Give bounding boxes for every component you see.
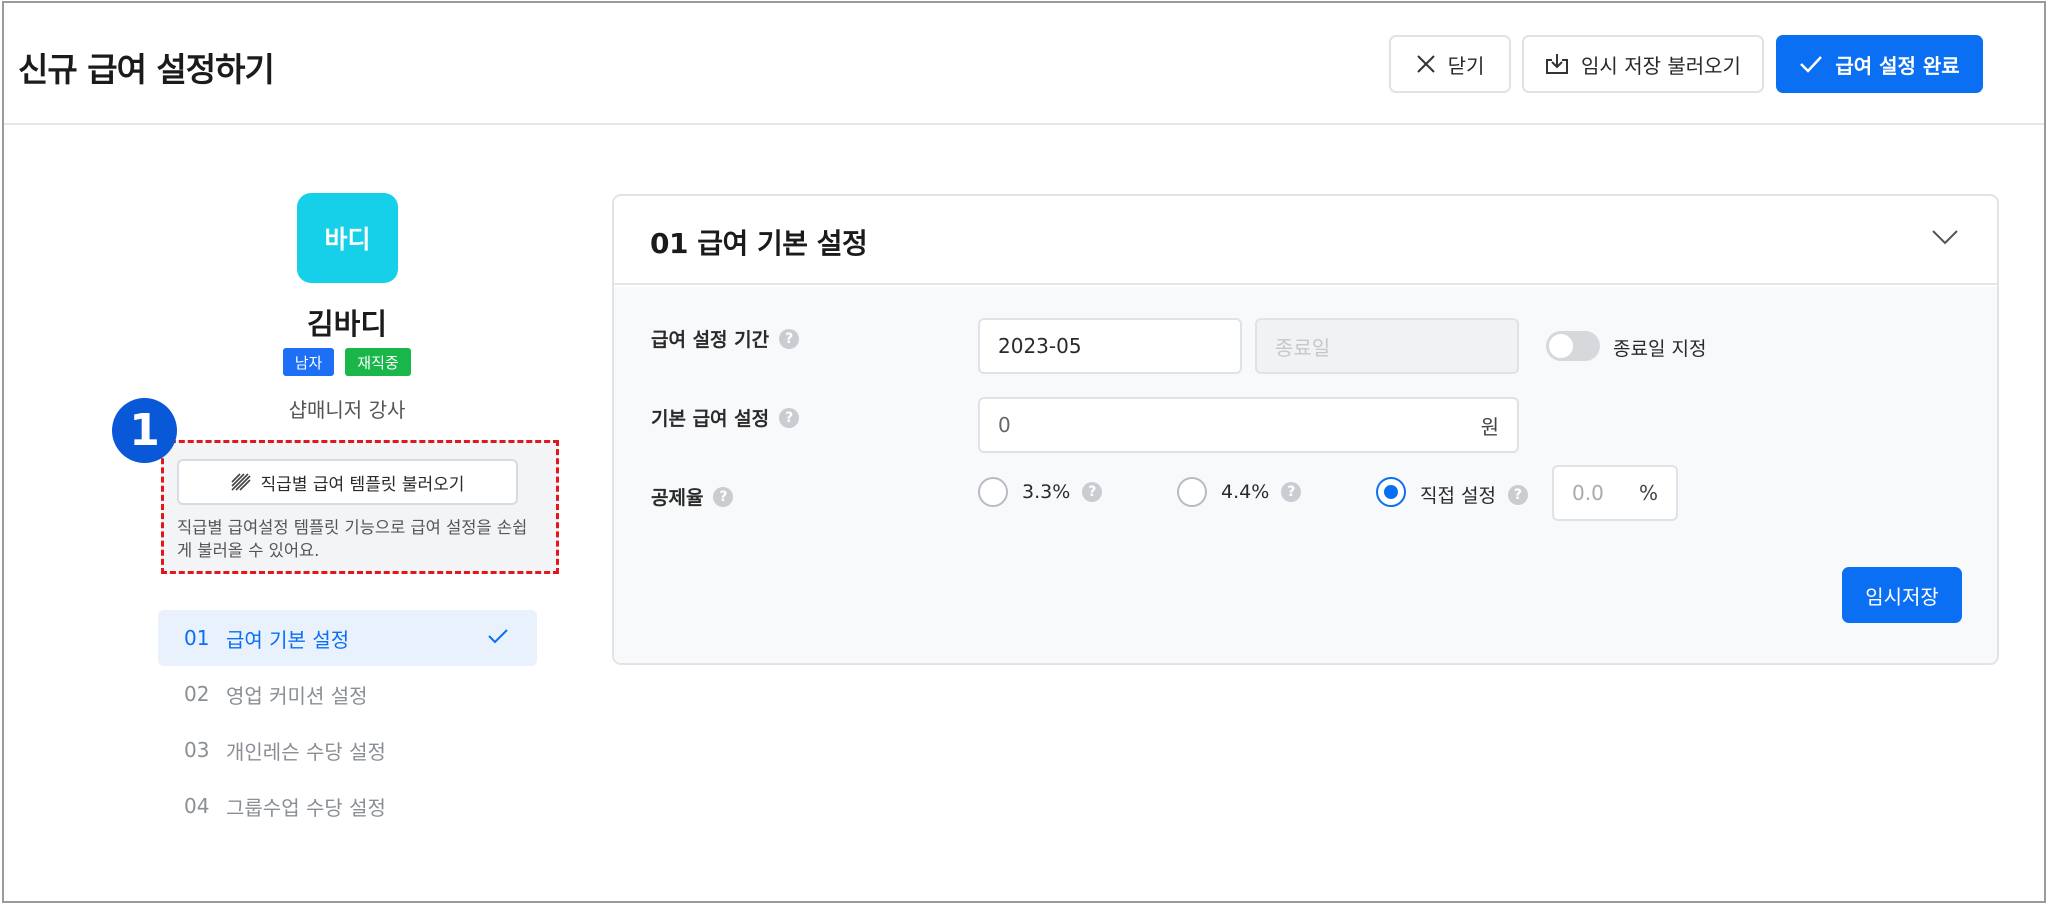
deduction-option-label: 3.3% xyxy=(1022,481,1071,503)
deduction-option-label: 직접 설정 xyxy=(1420,485,1496,507)
load-template-label: 직급별 급여 템플릿 불러오기 xyxy=(260,474,465,495)
load-template-button[interactable]: 직급별 급여 템플릿 불러오기 xyxy=(177,459,518,505)
complete-button[interactable]: 급여 설정 완료 xyxy=(1776,35,1983,93)
deduction-radio-4-4[interactable] xyxy=(1177,477,1207,507)
help-icon[interactable]: ? xyxy=(1082,482,1103,502)
page-title: 신규 급여 설정하기 xyxy=(18,50,275,89)
status-badge: 재직중 xyxy=(345,348,411,376)
panel-header: 01 급여 기본 설정 xyxy=(614,196,1997,285)
app-window: 신규 급여 설정하기 닫기 임시 저장 불러오기 급여 설정 완료 바디 김바디… xyxy=(2,1,2046,903)
period-label: 급여 설정 기간 xyxy=(651,329,770,351)
employee-role: 샵매니저 강사 xyxy=(288,398,406,422)
base-pay-input[interactable]: 0 원 xyxy=(978,397,1519,453)
step-label: 개인레슨 수당 설정 xyxy=(226,739,386,764)
load-draft-button[interactable]: 임시 저장 불러오기 xyxy=(1522,35,1764,93)
base-pay-label: 기본 급여 설정 xyxy=(651,408,770,430)
step-group-class[interactable]: 04 그룹수업 수당 설정 xyxy=(158,778,537,834)
end-date-toggle-label: 종료일 지정 xyxy=(1613,338,1707,360)
panel-title: 01 급여 기본 설정 xyxy=(650,227,868,260)
step-number: 02 xyxy=(184,682,210,706)
callout-number-badge: 1 xyxy=(112,398,177,463)
avatar: 바디 xyxy=(297,193,398,283)
step-number: 01 xyxy=(184,626,210,650)
deduction-option-custom: 직접 설정 ? xyxy=(1420,481,1528,508)
check-icon xyxy=(1800,56,1823,73)
help-icon[interactable]: ? xyxy=(713,486,734,507)
help-icon[interactable]: ? xyxy=(1507,484,1528,505)
base-pay-value: 0 xyxy=(998,413,1011,437)
chevron-down-icon[interactable] xyxy=(1931,228,1959,246)
start-date-field[interactable]: 2023-05 xyxy=(978,318,1242,374)
custom-rate-input[interactable]: 0.0 % xyxy=(1552,465,1678,521)
complete-button-label: 급여 설정 완료 xyxy=(1835,53,1960,78)
deduction-option-label: 4.4% xyxy=(1221,481,1270,503)
deduction-option-4-4: 4.4% ? xyxy=(1221,481,1302,503)
deduction-label-row: 공제율 ? xyxy=(651,483,734,510)
step-number: 04 xyxy=(184,794,210,818)
template-description: 직급별 급여설정 템플릿 기능으로 급여 설정을 손쉽게 불러올 수 있어요. xyxy=(177,518,528,560)
page-header: 신규 급여 설정하기 닫기 임시 저장 불러오기 급여 설정 완료 xyxy=(4,3,2044,125)
step-label: 영업 커미션 설정 xyxy=(226,683,368,708)
close-icon xyxy=(1416,55,1435,73)
deduction-label: 공제율 xyxy=(651,487,704,509)
download-icon xyxy=(1546,54,1569,74)
help-icon[interactable]: ? xyxy=(779,407,800,428)
end-date-toggle[interactable] xyxy=(1546,331,1600,361)
close-button[interactable]: 닫기 xyxy=(1389,35,1511,93)
basic-settings-panel: 01 급여 기본 설정 급여 설정 기간 ? 2023-05 종료일 종료일 지… xyxy=(612,194,1999,665)
end-date-field[interactable]: 종료일 xyxy=(1255,318,1519,374)
temp-save-button[interactable]: 임시저장 xyxy=(1842,567,1962,623)
employee-name: 김바디 xyxy=(306,307,388,341)
custom-rate-unit: % xyxy=(1638,481,1658,505)
hatch-icon xyxy=(230,473,251,491)
deduction-radio-custom[interactable] xyxy=(1376,477,1406,507)
step-label: 그룹수업 수당 설정 xyxy=(226,795,386,820)
step-basic-settings[interactable]: 01 급여 기본 설정 xyxy=(158,610,537,666)
load-draft-button-label: 임시 저장 불러오기 xyxy=(1581,53,1741,78)
gender-badge: 남자 xyxy=(283,348,334,376)
close-button-label: 닫기 xyxy=(1447,53,1485,78)
step-personal-lesson[interactable]: 03 개인레슨 수당 설정 xyxy=(158,722,537,778)
deduction-option-3-3: 3.3% ? xyxy=(1022,481,1103,503)
base-pay-label-row: 기본 급여 설정 ? xyxy=(651,404,800,431)
step-label: 급여 기본 설정 xyxy=(226,627,350,652)
help-icon[interactable]: ? xyxy=(1281,482,1302,502)
step-complete-check-icon xyxy=(488,629,508,644)
step-number: 03 xyxy=(184,738,210,762)
deduction-radio-3-3[interactable] xyxy=(978,477,1008,507)
step-sales-commission[interactable]: 02 영업 커미션 설정 xyxy=(158,666,537,722)
base-pay-unit: 원 xyxy=(1480,414,1499,439)
panel-body: 급여 설정 기간 ? 2023-05 종료일 종료일 지정 기본 급여 설정 ?… xyxy=(614,287,1997,663)
help-icon[interactable]: ? xyxy=(779,328,800,349)
period-label-row: 급여 설정 기간 ? xyxy=(651,325,800,352)
custom-rate-placeholder: 0.0 xyxy=(1572,481,1604,505)
